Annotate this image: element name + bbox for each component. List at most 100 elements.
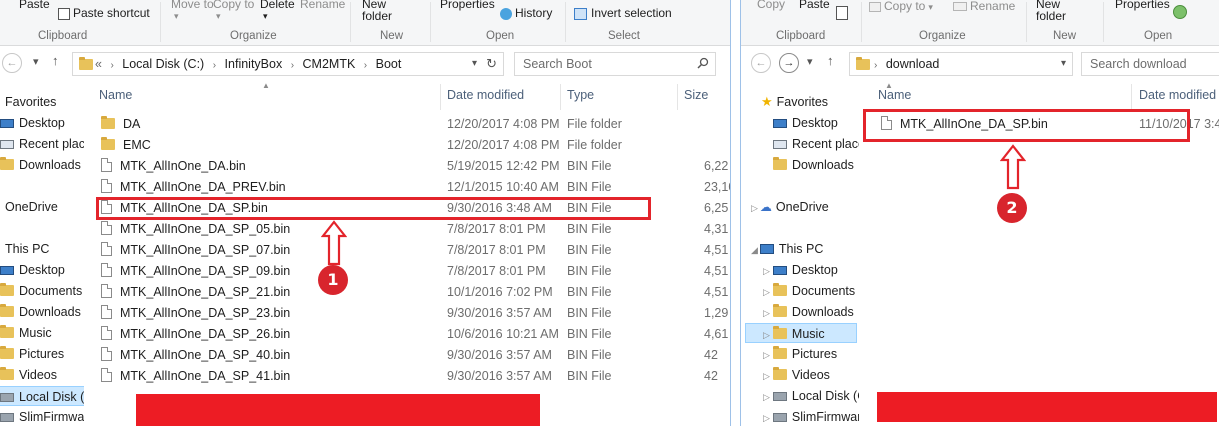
move-to-button[interactable]: Move to [171,0,214,10]
up-arrow-icon[interactable]: ↑ [827,53,834,68]
nav-pc-desktop[interactable]: Desktop [0,260,65,280]
nav-desktop[interactable]: Desktop [0,113,65,133]
nav-pc-downloads[interactable]: Downloads [0,302,81,322]
paste-shortcut-button[interactable] [836,6,848,20]
nav-downloads[interactable]: Downloads [773,155,854,175]
paste-button[interactable]: Paste [19,0,50,10]
expand-chevron-icon[interactable]: ▷ [751,203,758,213]
expand-chevron-icon[interactable]: ▷ [763,350,770,360]
nav-local-disk[interactable]: Local Disk (C:) [0,386,84,406]
expand-chevron-icon[interactable]: ▷ [763,287,770,297]
search-input[interactable]: Search download [1081,52,1219,76]
delete-button[interactable]: Delete [260,0,295,10]
videos-icon [0,367,14,380]
nav-recent-places[interactable]: Recent places [773,134,859,154]
expand-chevron-icon[interactable]: ▷ [763,330,770,340]
invert-selection-button[interactable]: Invert selection [574,7,672,20]
copy-to-button[interactable]: Copy to [213,0,254,10]
properties-button[interactable]: Properties [440,0,495,10]
file-row[interactable]: MTK_AllInOne_DA_SP_41.bin 9/30/2016 3:57 … [101,366,726,387]
nav-videos[interactable]: Videos [0,365,57,385]
breadcrumb-download[interactable]: download [886,57,940,71]
breadcrumb-local-disk[interactable]: Local Disk (C:) [122,57,204,71]
nav-desktop[interactable]: Desktop [773,113,838,133]
expand-chevron-icon[interactable]: ▷ [763,308,770,318]
forward-button[interactable]: → [779,53,799,73]
nav-this-pc[interactable]: ◢ This PC [751,239,823,259]
new-folder-button-bottom[interactable]: folder [1036,10,1066,22]
breadcrumb-boot[interactable]: Boot [376,57,402,71]
refresh-icon[interactable]: ↻ [486,56,497,72]
nav-pictures[interactable]: Pictures [0,344,64,364]
nav-slimfirmware[interactable]: ▷ SlimFirmware [763,407,859,426]
nav-music[interactable]: ▷ Music [745,323,857,343]
file-row[interactable]: DA 12/20/2017 4:08 PM File folder [101,114,726,135]
file-row[interactable]: MTK_AllInOne_DA_SP_21.bin 10/1/2016 7:02 … [101,282,728,303]
nav-documents[interactable]: ▷ Documents [763,281,855,301]
file-row[interactable]: MTK_AllInOne_DA_PREV.bin 12/1/2015 10:40 … [101,177,730,198]
address-bar[interactable]: « › Local Disk (C:) › InfinityBox › CM2M… [72,52,504,76]
nav-downloads[interactable]: Downloads [0,155,81,175]
recent-locations-chevron-icon[interactable]: ▾ [33,55,39,68]
file-row[interactable]: MTK_AllInOne_DA_SP_05.bin 7/8/2017 8:01 P… [101,219,728,240]
breadcrumb-cm2mtk[interactable]: CM2MTK [303,57,356,71]
nav-music[interactable]: Music [0,323,52,343]
column-header-type[interactable]: Type [567,88,594,102]
file-icon [101,263,112,277]
nav-pc-desktop[interactable]: ▷ Desktop [763,260,838,280]
breadcrumb-infinitybox[interactable]: InfinityBox [225,57,283,71]
collapse-chevron-icon[interactable]: ◢ [751,245,758,255]
address-overflow[interactable]: « [95,57,102,71]
history-button[interactable]: History [500,7,552,20]
expand-chevron-icon[interactable]: ▷ [763,266,770,276]
file-row[interactable]: MTK_AllInOne_DA_SP_09.bin 7/8/2017 8:01 P… [101,261,728,282]
nav-favorites[interactable]: Favorites [5,92,56,112]
properties-button[interactable]: Properties [1115,0,1170,10]
nav-favorites[interactable]: ★ Favorites [761,92,828,112]
copy-button[interactable]: Copy [757,0,785,10]
paste-shortcut-button[interactable]: Paste shortcut [58,7,150,20]
file-row[interactable]: MTK_AllInOne_DA.bin 5/19/2015 12:42 PM BIN… [101,156,728,177]
nav-pictures[interactable]: ▷ Pictures [763,344,837,364]
expand-chevron-icon[interactable]: ▷ [763,392,770,402]
expand-chevron-icon[interactable]: ▷ [763,371,770,381]
rename-button[interactable]: Rename [300,0,345,10]
downloads-icon [0,304,14,317]
open-icon-button[interactable] [1173,5,1187,19]
column-header-date[interactable]: Date modified [1139,88,1216,102]
expand-chevron-icon[interactable]: ▷ [763,413,770,423]
rename-button[interactable]: Rename [953,0,1015,12]
address-dropdown-icon[interactable]: ▾ [472,58,477,69]
nav-onedrive[interactable]: ▷ ☁ OneDrive [751,197,829,217]
paste-button[interactable]: Paste [799,0,830,10]
back-button[interactable]: ← [751,53,771,73]
file-row[interactable]: MTK_AllInOne_DA_SP_23.bin 9/30/2016 3:57 … [101,303,728,324]
nav-local-disk[interactable]: ▷ Local Disk (C:) [763,386,859,406]
column-header-size[interactable]: Size [684,88,708,102]
file-row[interactable]: MTK_AllInOne_DA_SP_07.bin 7/8/2017 8:01 P… [101,240,728,261]
search-input[interactable]: Search Boot [514,52,716,76]
nav-label: Downloads [792,158,854,172]
file-row[interactable]: MTK_AllInOne_DA_SP_40.bin 9/30/2016 3:57 … [101,345,726,366]
recent-locations-chevron-icon[interactable]: ▾ [807,55,813,68]
ribbon-divider [1103,2,1104,42]
nav-onedrive[interactable]: OneDrive [5,197,58,217]
nav-documents[interactable]: Documents [0,281,82,301]
column-header-name[interactable]: Name [99,88,132,102]
address-row: ← ▾ ↑ « › Local Disk (C:) › InfinityBox … [0,50,730,78]
column-header-name[interactable]: Name [878,88,911,102]
copy-to-button[interactable]: Copy to ▾ [869,0,933,13]
column-header-date[interactable]: Date modified [447,88,524,102]
up-arrow-icon[interactable]: ↑ [52,53,59,68]
file-row[interactable]: MTK_AllInOne_DA_SP_26.bin 10/6/2016 10:21… [101,324,728,345]
file-row[interactable]: EMC 12/20/2017 4:08 PM File folder [101,135,726,156]
back-button[interactable]: ← [2,53,22,73]
nav-recent-places[interactable]: Recent places [0,134,84,154]
nav-videos[interactable]: ▷ Videos [763,365,830,385]
address-bar[interactable]: › download ▾ [849,52,1073,76]
nav-pc-downloads[interactable]: ▷ Downloads [763,302,854,322]
nav-this-pc[interactable]: This PC [5,239,49,259]
address-dropdown-icon[interactable]: ▾ [1061,58,1066,69]
new-folder-button-bottom[interactable]: folder [362,10,392,22]
nav-slimfirmware[interactable]: SlimFirmware [0,407,84,426]
